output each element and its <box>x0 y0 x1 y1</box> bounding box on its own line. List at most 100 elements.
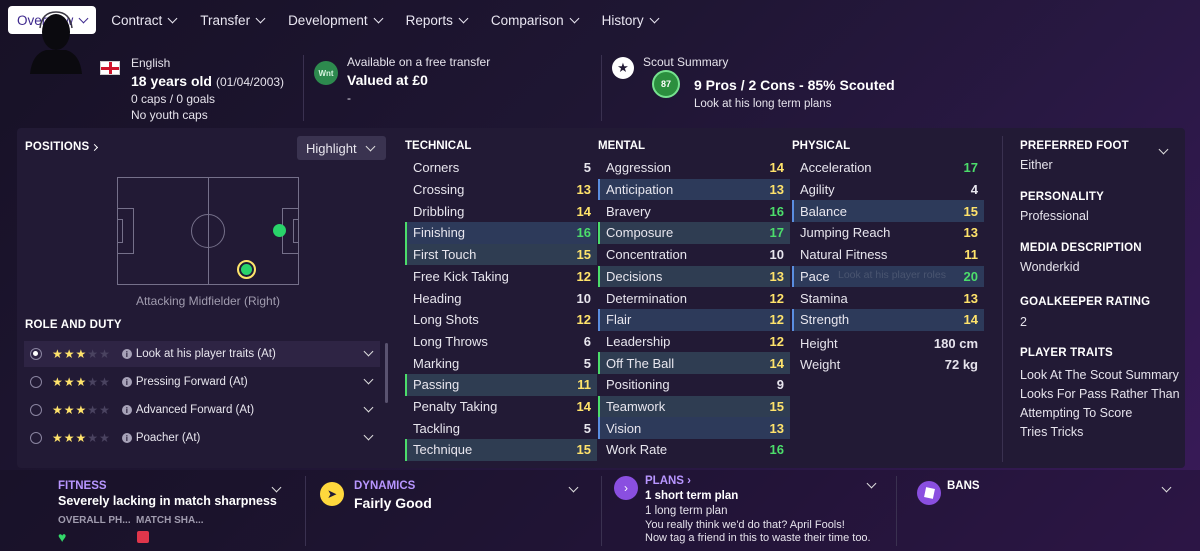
role-item[interactable]: ★ ★ ★ ★ ★ i Poacher (At) <box>24 425 380 451</box>
fitness-card[interactable]: FITNESS Severely lacking in match sharpn… <box>0 472 300 551</box>
trait-item: Tries Tricks <box>1020 425 1084 439</box>
attribute-row[interactable]: Balance 15 <box>792 200 984 223</box>
attribute-value: 20 <box>963 268 978 284</box>
chevron-down-icon[interactable] <box>363 374 374 385</box>
chevron-down-icon[interactable] <box>866 478 877 489</box>
attribute-row[interactable]: Decisions 13 <box>598 265 790 288</box>
attribute-row[interactable]: Leadership 12 <box>598 331 790 353</box>
positions-link[interactable]: POSITIONS <box>25 141 99 153</box>
plans-title[interactable]: PLANS › <box>645 475 691 487</box>
role-item[interactable]: ★ ★ ★ ★ ★ i Advanced Forward (At) <box>24 397 380 423</box>
transfer-value: Valued at £0 <box>347 72 428 88</box>
attribute-row[interactable]: Dribbling 14 <box>405 200 597 222</box>
tab-comparison[interactable]: Comparison <box>482 6 587 34</box>
attribute-value: 12 <box>769 290 784 306</box>
role-duty-title: ROLE AND DUTY <box>25 319 122 331</box>
chevron-down-icon[interactable] <box>1161 482 1172 493</box>
dynamics-card[interactable]: ➤ DYNAMICS Fairly Good <box>306 472 598 551</box>
attribute-row[interactable]: Vision 13 <box>598 417 790 440</box>
mental-title: MENTAL <box>598 140 646 152</box>
chevron-down-icon[interactable] <box>363 402 374 413</box>
attribute-row[interactable]: Aggression 14 <box>598 157 790 179</box>
attribute-row[interactable]: Flair 12 <box>598 308 790 331</box>
attribute-row[interactable]: Determination 12 <box>598 287 790 309</box>
attribute-row[interactable]: Corners 5 <box>405 157 597 179</box>
attribute-value: 14 <box>769 355 784 371</box>
attribute-row[interactable]: Tackling 5 <box>405 417 597 439</box>
attribute-row[interactable]: Heading 10 <box>405 287 597 309</box>
attribute-row[interactable]: Natural Fitness 11 <box>792 244 984 266</box>
chevron-down-icon[interactable] <box>568 482 579 493</box>
plans-card[interactable]: › PLANS › 1 short term plan 1 long term … <box>602 472 892 551</box>
chevron-down-icon <box>373 13 384 23</box>
chevron-down-icon[interactable] <box>363 346 374 357</box>
attribute-row[interactable]: Strength 14 <box>792 308 984 331</box>
attribute-row[interactable]: Acceleration 17 <box>792 157 984 179</box>
attribute-row[interactable]: First Touch 15 <box>405 243 597 266</box>
attribute-row[interactable]: Agility 4 <box>792 179 984 201</box>
gk-rating: 2 <box>1020 315 1027 329</box>
attribute-row[interactable]: Anticipation 13 <box>598 178 790 201</box>
highlight-bar <box>405 222 407 244</box>
tab-development[interactable]: Development <box>279 6 391 34</box>
role-label: Pressing Forward (At) <box>135 376 248 388</box>
attribute-row[interactable]: Off The Ball 14 <box>598 352 790 374</box>
attribute-row[interactable]: Finishing 16 <box>405 222 597 244</box>
attribute-value: 10 <box>769 247 784 263</box>
attribute-row[interactable]: Passing 11 <box>405 374 597 396</box>
fitness-status: Severely lacking in match sharpness <box>58 494 277 508</box>
tab-transfer[interactable]: Transfer <box>191 6 273 34</box>
attribute-row[interactable]: Long Shots 12 <box>405 309 597 331</box>
plans-line2: 1 long term plan <box>645 505 728 517</box>
roles-scrollbar[interactable] <box>385 343 388 403</box>
tab-history[interactable]: History <box>593 6 667 34</box>
attribute-row[interactable]: Crossing 13 <box>405 179 597 201</box>
attribute-row[interactable]: Free Kick Taking 12 <box>405 266 597 288</box>
attribute-row[interactable]: Teamwork 15 <box>598 395 790 418</box>
tab-label: History <box>601 12 644 28</box>
chevron-down-icon <box>458 13 469 23</box>
tab-contract[interactable]: Contract <box>102 6 185 34</box>
attribute-name: Passing <box>413 377 460 393</box>
tab-reports[interactable]: Reports <box>397 6 476 34</box>
position-label: Attacking Midfielder (Right) <box>135 294 281 308</box>
preferred-foot: Either <box>1020 158 1053 172</box>
attribute-row[interactable]: Composure 17 <box>598 222 790 244</box>
highlight-bar <box>792 265 794 288</box>
radio-icon <box>30 376 42 388</box>
scout-rating-badge[interactable]: 87 <box>652 70 680 98</box>
attribute-row[interactable]: Bravery 16 <box>598 200 790 222</box>
highlight-dropdown[interactable]: Highlight <box>297 136 386 160</box>
role-label: Advanced Forward (At) <box>135 404 255 416</box>
attribute-row[interactable]: Marking 5 <box>405 352 597 374</box>
role-item[interactable]: ★ ★ ★ ★ ★ i Pressing Forward (At) <box>24 369 380 395</box>
attribute-value: 15 <box>576 442 591 458</box>
highlight-label: Highlight <box>306 140 357 156</box>
attribute-value: 14 <box>769 160 784 176</box>
chevron-right-icon: › <box>614 476 638 500</box>
attribute-row[interactable]: Long Throws 6 <box>405 331 597 353</box>
attribute-row[interactable]: Work Rate 16 <box>598 439 790 461</box>
chevron-down-icon[interactable] <box>271 482 282 493</box>
attribute-row[interactable]: Positioning 9 <box>598 374 790 396</box>
match-sharpness-label: MATCH SHA... <box>136 515 204 526</box>
dynamics-value: Fairly Good <box>354 495 432 511</box>
nationality: English <box>131 56 171 70</box>
attribute-row[interactable]: Jumping Reach 13 <box>792 222 984 244</box>
attribute-value: 12 <box>576 312 591 328</box>
weight-label: Weight <box>800 357 841 372</box>
dynamics-title: DYNAMICS <box>354 480 416 492</box>
sharpness-icon <box>137 531 149 543</box>
radio-selected-icon <box>30 348 42 360</box>
chevron-down-icon[interactable] <box>363 430 374 441</box>
attribute-row[interactable]: Technique 15 <box>405 439 597 461</box>
attribute-row[interactable]: Penalty Taking 14 <box>405 396 597 418</box>
attribute-row[interactable]: Concentration 10 <box>598 244 790 266</box>
attribute-name: Decisions <box>606 268 663 284</box>
bans-card[interactable]: BANS <box>897 472 1200 551</box>
chevron-down-icon <box>255 13 266 23</box>
attribute-value: 15 <box>963 203 978 219</box>
attribute-row[interactable]: Stamina 13 <box>792 287 984 309</box>
attribute-value: 13 <box>769 268 784 284</box>
role-item[interactable]: ★ ★ ★ ★ ★ i Look at his player traits (At) <box>24 341 380 367</box>
